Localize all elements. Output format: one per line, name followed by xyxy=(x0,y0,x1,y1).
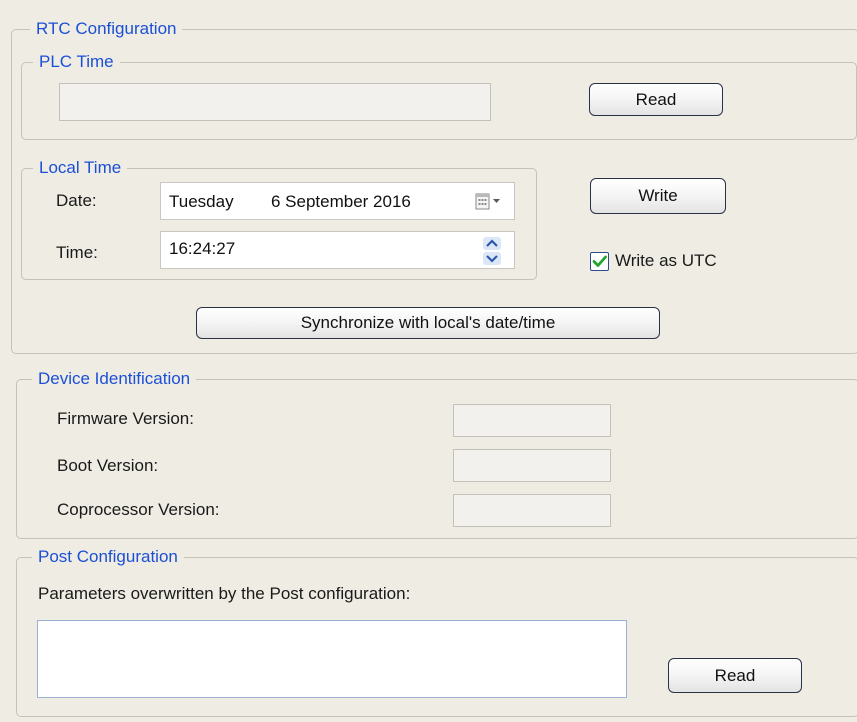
rtc-settings-panel: RTC Configuration PLC Time Read Local Ti… xyxy=(0,0,857,722)
rtc-configuration-group: RTC Configuration PLC Time Read Local Ti… xyxy=(11,18,857,354)
coprocessor-version-field xyxy=(453,494,611,527)
date-value: 6 September 2016 xyxy=(271,192,411,211)
date-label: Date: xyxy=(56,191,97,210)
calendar-dropdown-icon[interactable] xyxy=(475,193,505,211)
date-picker[interactable]: Tuesday 6 September 2016 xyxy=(160,182,515,220)
spinner-up-down-icon[interactable] xyxy=(482,236,502,266)
firmware-version-label: Firmware Version: xyxy=(57,409,194,428)
time-field[interactable]: 16:24:27 xyxy=(160,231,515,269)
device-identification-group: Device Identification Firmware Version: … xyxy=(16,368,857,539)
time-value: 16:24:27 xyxy=(169,239,236,258)
write-as-utc-label[interactable]: Write as UTC xyxy=(615,251,717,271)
checkmark-icon xyxy=(592,254,607,269)
date-weekday: Tuesday xyxy=(169,192,234,211)
plc-time-legend: PLC Time xyxy=(33,51,120,73)
rtc-configuration-legend: RTC Configuration xyxy=(30,18,183,40)
plc-time-field[interactable] xyxy=(59,83,491,121)
plc-time-read-button[interactable]: Read xyxy=(589,83,723,116)
boot-version-field xyxy=(453,449,611,482)
post-configuration-legend: Post Configuration xyxy=(32,546,184,568)
write-as-utc-checkbox[interactable] xyxy=(590,252,609,271)
post-configuration-description: Parameters overwritten by the Post confi… xyxy=(38,584,411,603)
plc-time-group: PLC Time Read xyxy=(21,51,857,140)
coprocessor-version-label: Coprocessor Version: xyxy=(57,500,220,519)
firmware-version-field xyxy=(453,404,611,437)
local-time-legend: Local Time xyxy=(33,157,128,179)
device-identification-legend: Device Identification xyxy=(32,368,197,390)
local-time-group: Local Time Date: Tuesday 6 September 201… xyxy=(21,157,537,280)
boot-version-label: Boot Version: xyxy=(57,456,159,475)
post-configuration-read-button[interactable]: Read xyxy=(668,658,802,693)
synchronize-button[interactable]: Synchronize with local's date/time xyxy=(196,307,660,339)
write-button[interactable]: Write xyxy=(590,178,726,214)
time-label: Time: xyxy=(56,243,98,262)
post-parameters-list[interactable] xyxy=(37,620,627,698)
post-configuration-group: Post Configuration Parameters overwritte… xyxy=(16,546,857,717)
